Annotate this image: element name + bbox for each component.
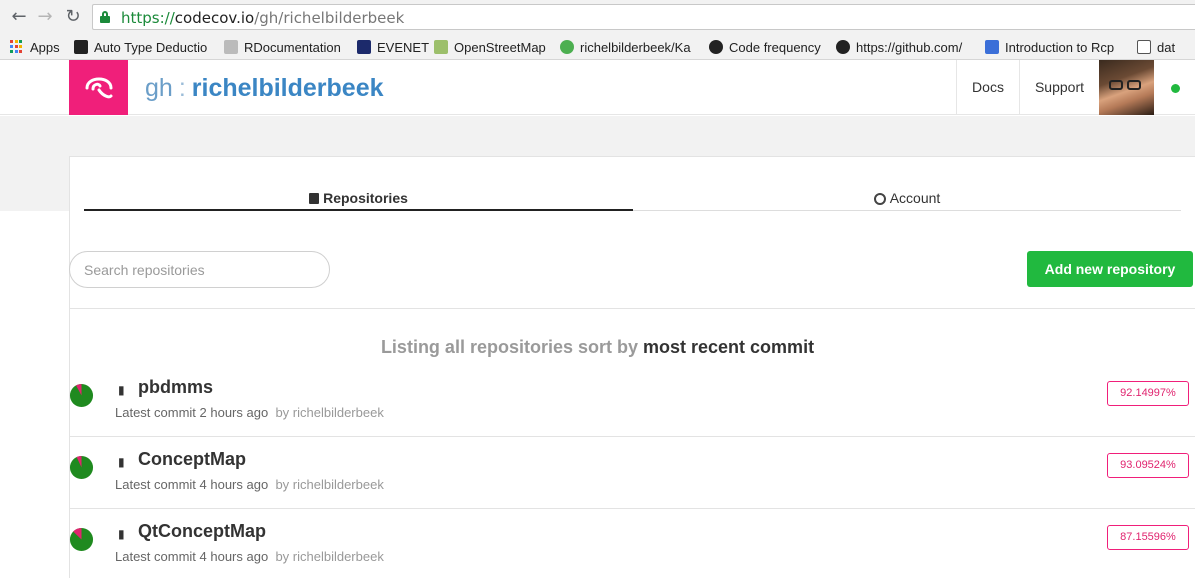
repo-meta: Latest commit 4 hours ago by richelbilde… <box>115 549 384 564</box>
repo-row[interactable]: ▮ pbdmms Latest commit 2 hours ago by ri… <box>69 377 1195 437</box>
lock-icon <box>100 11 110 23</box>
status-indicator <box>1171 84 1180 93</box>
codecov-logo[interactable] <box>69 60 128 115</box>
bookmark-openstreetmap[interactable]: OpenStreetMap <box>434 38 546 56</box>
coverage-pie-icon <box>69 527 94 552</box>
bookmarks-bar: Apps Auto Type Deductio RDocumentation E… <box>0 34 1195 60</box>
repo-meta: Latest commit 4 hours ago by richelbilde… <box>115 477 384 492</box>
repo-row[interactable]: ▮ QtConceptMap Latest commit 4 hours ago… <box>69 521 1195 581</box>
repo-name[interactable]: QtConceptMap <box>138 521 266 542</box>
add-repository-button[interactable]: Add new repository <box>1027 251 1193 287</box>
url-text: https://codecov.io/gh/richelbilderbeek <box>121 9 405 27</box>
bookmark-dat[interactable]: dat <box>1137 38 1175 56</box>
support-link[interactable]: Support <box>1019 60 1099 115</box>
divider <box>69 436 1195 437</box>
building-icon <box>357 40 371 54</box>
owner-name[interactable]: richelbilderbeek <box>192 74 384 102</box>
coverage-pie-icon <box>69 455 94 480</box>
github-icon <box>709 40 723 54</box>
divider <box>69 508 1195 509</box>
coverage-pie-icon <box>69 383 94 408</box>
address-bar[interactable]: https://codecov.io/gh/richelbilderbeek <box>92 4 1195 30</box>
bookmark-evenet[interactable]: EVENET <box>357 38 429 56</box>
search-input[interactable] <box>69 251 330 288</box>
cube-icon <box>985 40 999 54</box>
bookmark-apps[interactable]: Apps <box>10 38 60 56</box>
repo-icon: ▮ <box>118 455 125 469</box>
repo-icon: ▮ <box>118 527 125 541</box>
coverage-badge: 87.15596% <box>1107 525 1189 550</box>
tab-repositories[interactable]: Repositories <box>84 190 633 211</box>
map-icon <box>434 40 448 54</box>
repo-icon: ▮ <box>118 383 125 397</box>
umbrella-icon <box>85 77 113 99</box>
rdoc-icon <box>224 40 238 54</box>
repo-name[interactable]: pbdmms <box>138 377 213 398</box>
forward-arrow-icon[interactable]: → <box>34 6 56 28</box>
owner-breadcrumb: gh: richelbilderbeek <box>145 74 384 102</box>
bookmark-auto-type[interactable]: Auto Type Deductio <box>74 38 210 56</box>
github-icon <box>836 40 850 54</box>
content-card <box>69 156 1195 578</box>
bookmark-github-url[interactable]: https://github.com/ <box>836 38 972 56</box>
bookmark-rdocumentation[interactable]: RDocumentation <box>224 38 341 56</box>
bookmark-richelbilderbeek[interactable]: richelbilderbeek/Ka <box>560 38 696 56</box>
repo-name[interactable]: ConceptMap <box>138 449 246 470</box>
coverage-badge: 93.09524% <box>1107 453 1189 478</box>
service-label[interactable]: gh <box>145 74 173 102</box>
avatar[interactable] <box>1099 60 1154 115</box>
browser-toolbar: ← → ↻ https://codecov.io/gh/richelbilder… <box>0 0 1195 34</box>
reload-icon[interactable]: ↻ <box>62 6 84 28</box>
github-icon <box>560 40 574 54</box>
coverage-badge: 92.14997% <box>1107 381 1189 406</box>
tab-account[interactable]: Account <box>633 190 1181 211</box>
back-arrow-icon[interactable]: ← <box>8 6 30 28</box>
page-icon <box>74 40 88 54</box>
book-icon <box>309 193 320 204</box>
repo-row[interactable]: ▮ ConceptMap Latest commit 4 hours ago b… <box>69 449 1195 509</box>
app-header: gh: richelbilderbeek Docs Support <box>0 60 1195 115</box>
globe-icon <box>873 193 886 205</box>
file-icon <box>1137 40 1151 54</box>
bookmark-code-frequency[interactable]: Code frequency <box>709 38 821 56</box>
sort-option[interactable]: most recent commit <box>643 337 814 357</box>
bookmark-rcpp[interactable]: Introduction to Rcp <box>985 38 1121 56</box>
docs-link[interactable]: Docs <box>956 60 1019 115</box>
listing-heading: Listing all repositories sort by most re… <box>380 337 815 357</box>
repo-meta: Latest commit 2 hours ago by richelbilde… <box>115 405 384 420</box>
apps-grid-icon <box>10 40 24 54</box>
divider <box>69 308 1195 309</box>
